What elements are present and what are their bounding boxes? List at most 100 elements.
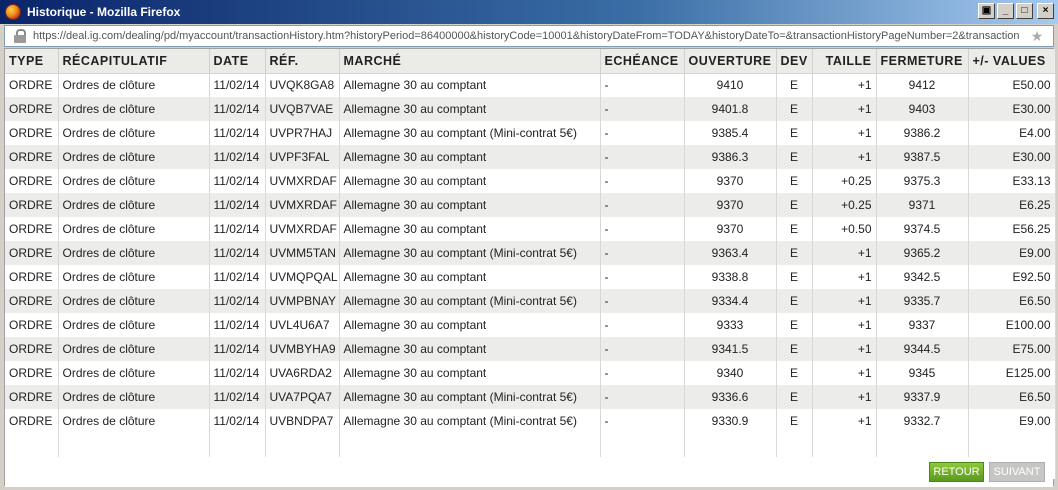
cell-values: E75.00 bbox=[968, 337, 1056, 361]
table-row[interactable]: ORDRE Ordres de clôture 11/02/14 UVMXRDAF Al… bbox=[5, 193, 1056, 217]
header-taille[interactable]: TAILLE bbox=[812, 49, 877, 74]
table-row[interactable]: ORDRE Ordres de clôture 11/02/14 UVA7PQA7 Al… bbox=[5, 385, 1056, 409]
retour-button[interactable]: RETOUR bbox=[929, 462, 984, 482]
table-row[interactable]: ORDRE Ordres de clôture 11/02/14 UVQK8GA8 Al… bbox=[5, 73, 1056, 97]
table-row[interactable]: ORDRE Ordres de clôture 11/02/14 UVMBYHA9 Al… bbox=[5, 337, 1056, 361]
header-type[interactable]: TYPE bbox=[5, 49, 59, 74]
cell-dev: E bbox=[776, 73, 813, 97]
cell-dev: E bbox=[776, 169, 813, 193]
cell-date: 11/02/14 bbox=[209, 409, 266, 433]
cell-dev: E bbox=[776, 97, 813, 121]
cell-recap: Ordres de clôture bbox=[58, 97, 210, 121]
table-row[interactable]: ORDRE Ordres de clôture 11/02/14 UVMXRDAF Al… bbox=[5, 169, 1056, 193]
cell-marche: Allemagne 30 au comptant bbox=[339, 337, 601, 361]
cell-type: ORDRE bbox=[5, 361, 59, 385]
header-values[interactable]: +/- VALUES bbox=[968, 49, 1056, 74]
cell-marche: Allemagne 30 au comptant bbox=[339, 169, 601, 193]
cell-taille: +1 bbox=[812, 241, 877, 265]
cell-date: 11/02/14 bbox=[209, 169, 266, 193]
cell-date: 11/02/14 bbox=[209, 121, 266, 145]
cell-fermeture: 9403 bbox=[876, 97, 969, 121]
table-row[interactable]: ORDRE Ordres de clôture 11/02/14 UVBNDPA7 Al… bbox=[5, 409, 1056, 433]
cell-ouverture: 9363.4 bbox=[684, 241, 777, 265]
header-date[interactable]: DATE bbox=[209, 49, 266, 74]
cell-dev: E bbox=[776, 265, 813, 289]
cell-type: ORDRE bbox=[5, 337, 59, 361]
history-panel: TYPE RÉCAPITULATIF DATE RÉF. MARCHÉ ECHÉ… bbox=[4, 48, 1056, 487]
cell-fermeture: 9342.5 bbox=[876, 265, 969, 289]
minimize-icon[interactable]: _ bbox=[997, 3, 1014, 19]
cell-recap: Ordres de clôture bbox=[58, 313, 210, 337]
close-icon[interactable]: × bbox=[1037, 3, 1054, 19]
cell-values: E100.00 bbox=[968, 313, 1056, 337]
url-text[interactable]: https://deal.ig.com/dealing/pd/myaccount… bbox=[33, 30, 1027, 42]
table-row[interactable]: ORDRE Ordres de clôture 11/02/14 UVL4U6A7 Al… bbox=[5, 313, 1056, 337]
header-echeance[interactable]: ECHÉANCE bbox=[600, 49, 685, 74]
cell-fermeture: 9345 bbox=[876, 361, 969, 385]
cell-taille: +1 bbox=[812, 97, 877, 121]
cell-fermeture: 9344.5 bbox=[876, 337, 969, 361]
cell-recap: Ordres de clôture bbox=[58, 169, 210, 193]
cell-type: ORDRE bbox=[5, 313, 59, 337]
cell-ref: UVL4U6A7 bbox=[265, 313, 340, 337]
cell-ref: UVMM5TAN bbox=[265, 241, 340, 265]
cell-values: E125.00 bbox=[968, 361, 1056, 385]
cell-echeance: - bbox=[600, 313, 685, 337]
cell-echeance: - bbox=[600, 169, 685, 193]
table-row[interactable]: ORDRE Ordres de clôture 11/02/14 UVMPBNAY Al… bbox=[5, 289, 1056, 313]
cell-type: ORDRE bbox=[5, 73, 59, 97]
restore-icon[interactable]: ▣ bbox=[978, 3, 995, 19]
table-row[interactable]: ORDRE Ordres de clôture 11/02/14 UVMQPQAL Al… bbox=[5, 265, 1056, 289]
cell-echeance: - bbox=[600, 217, 685, 241]
table-row[interactable]: ORDRE Ordres de clôture 11/02/14 UVPF3FAL Al… bbox=[5, 145, 1056, 169]
header-ref[interactable]: RÉF. bbox=[265, 49, 340, 74]
cell-ref: UVQB7VAE bbox=[265, 97, 340, 121]
table-row[interactable]: ORDRE Ordres de clôture 11/02/14 UVA6RDA2 Al… bbox=[5, 361, 1056, 385]
header-fermeture[interactable]: FERMETURE bbox=[876, 49, 969, 74]
cell-dev: E bbox=[776, 313, 813, 337]
cell-marche: Allemagne 30 au comptant bbox=[339, 193, 601, 217]
cell-values: E56.25 bbox=[968, 217, 1056, 241]
cell-ref: UVBNDPA7 bbox=[265, 409, 340, 433]
cell-marche: Allemagne 30 au comptant bbox=[339, 361, 601, 385]
header-recap[interactable]: RÉCAPITULATIF bbox=[58, 49, 210, 74]
cell-date: 11/02/14 bbox=[209, 265, 266, 289]
cell-ouverture: 9340 bbox=[684, 361, 777, 385]
cell-marche: Allemagne 30 au comptant (Mini-contrat 5… bbox=[339, 409, 601, 433]
cell-fermeture: 9337.9 bbox=[876, 385, 969, 409]
cell-ouverture: 9333 bbox=[684, 313, 777, 337]
cell-recap: Ordres de clôture bbox=[58, 361, 210, 385]
header-ouverture[interactable]: OUVERTURE bbox=[684, 49, 777, 74]
cell-taille: +1 bbox=[812, 361, 877, 385]
table-row[interactable]: ORDRE Ordres de clôture 11/02/14 UVPR7HAJ Al… bbox=[5, 121, 1056, 145]
table-row[interactable]: ORDRE Ordres de clôture 11/02/14 UVQB7VAE Al… bbox=[5, 97, 1056, 121]
cell-echeance: - bbox=[600, 145, 685, 169]
header-dev[interactable]: DEV bbox=[776, 49, 813, 74]
cell-dev: E bbox=[776, 121, 813, 145]
bookmark-star-icon[interactable]: ★ bbox=[1027, 28, 1047, 45]
cell-date: 11/02/14 bbox=[209, 313, 266, 337]
table-row[interactable]: ORDRE Ordres de clôture 11/02/14 UVMXRDAF Al… bbox=[5, 217, 1056, 241]
cell-ref: UVPR7HAJ bbox=[265, 121, 340, 145]
cell-fermeture: 9387.5 bbox=[876, 145, 969, 169]
cell-dev: E bbox=[776, 385, 813, 409]
cell-marche: Allemagne 30 au comptant bbox=[339, 97, 601, 121]
cell-dev: E bbox=[776, 193, 813, 217]
cell-recap: Ordres de clôture bbox=[58, 265, 210, 289]
cell-ouverture: 9401.8 bbox=[684, 97, 777, 121]
cell-taille: +1 bbox=[812, 289, 877, 313]
cell-ouverture: 9370 bbox=[684, 169, 777, 193]
table-row[interactable]: ORDRE Ordres de clôture 11/02/14 UVMM5TAN Al… bbox=[5, 241, 1056, 265]
address-bar[interactable]: https://deal.ig.com/dealing/pd/myaccount… bbox=[4, 25, 1054, 47]
cell-recap: Ordres de clôture bbox=[58, 217, 210, 241]
maximize-icon[interactable]: □ bbox=[1016, 3, 1033, 19]
cell-taille: +1 bbox=[812, 385, 877, 409]
window-controls: ▣ _ □ × bbox=[978, 3, 1054, 19]
header-marche[interactable]: MARCHÉ bbox=[339, 49, 601, 74]
cell-fermeture: 9412 bbox=[876, 73, 969, 97]
cell-echeance: - bbox=[600, 409, 685, 433]
suivant-button[interactable]: SUIVANT bbox=[989, 462, 1045, 482]
cell-taille: +0.25 bbox=[812, 193, 877, 217]
cell-dev: E bbox=[776, 241, 813, 265]
cell-type: ORDRE bbox=[5, 241, 59, 265]
